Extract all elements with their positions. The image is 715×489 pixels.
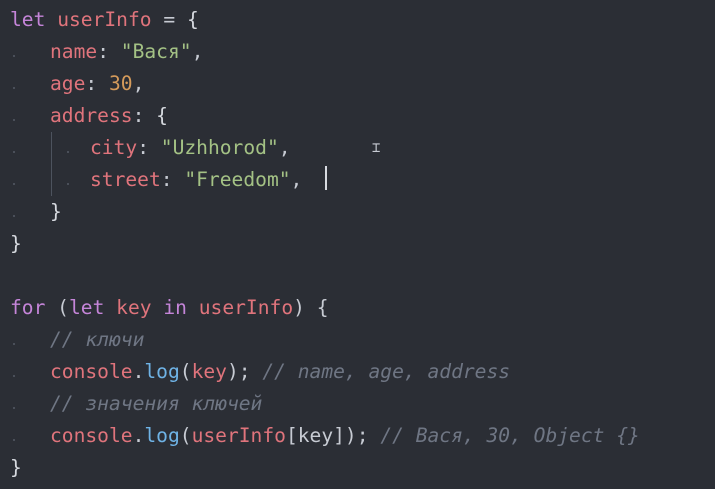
whitespace-dot <box>13 183 15 185</box>
whitespace-dot <box>13 407 15 409</box>
property-key: city <box>90 136 138 159</box>
code-line-10[interactable]: for (let key in userInfo) { <box>10 292 329 324</box>
variable-name: userInfo <box>191 424 286 447</box>
code-line-11[interactable]: // ключи <box>50 324 144 356</box>
paren: ( <box>45 296 69 319</box>
text-caret <box>325 166 327 190</box>
comma: , <box>290 168 303 191</box>
colon: : <box>97 40 121 63</box>
number-value: 30 <box>108 72 133 95</box>
comma: , <box>191 40 204 63</box>
method-name: log <box>144 360 180 383</box>
paren: ( <box>179 424 192 447</box>
whitespace-dot <box>13 375 15 377</box>
variable-name: userInfo <box>198 296 294 319</box>
property-key: address <box>50 104 133 127</box>
comment: // значения ключей <box>50 392 263 415</box>
brace: } <box>10 232 22 255</box>
code-line-5[interactable]: city: "Uzhhorod", <box>90 132 291 164</box>
code-line-14[interactable]: console.log(userInfo[key]); // Вася, 30,… <box>50 420 640 452</box>
indent-guide <box>51 132 52 196</box>
paren: ); <box>344 424 369 447</box>
brace: { <box>156 104 168 127</box>
whitespace-dot <box>13 55 15 57</box>
whitespace-dot <box>67 151 69 153</box>
whitespace-dot <box>13 439 15 441</box>
whitespace-dot <box>13 87 15 89</box>
object-name: console <box>50 360 133 383</box>
keyword: in <box>163 296 187 319</box>
mouse-ibeam-icon: ⌶ <box>372 140 381 156</box>
property-key: street <box>90 168 161 191</box>
keyword: for <box>10 296 46 319</box>
comment: // ключи <box>50 328 145 351</box>
brace: } <box>10 456 22 479</box>
code-line-15[interactable]: } <box>10 452 22 484</box>
operator: = <box>151 8 187 31</box>
colon: : <box>132 104 157 127</box>
property-key: name <box>50 40 98 63</box>
argument: key <box>191 360 227 383</box>
string-value: "Freedom" <box>184 168 291 191</box>
object-name: console <box>50 424 133 447</box>
comma: , <box>278 136 291 159</box>
whitespace-dot <box>13 215 15 217</box>
code-line-4[interactable]: address: { <box>50 100 168 132</box>
code-line-13[interactable]: // значения ключей <box>50 388 262 420</box>
variable-name: key <box>116 296 152 319</box>
keyword: let <box>68 296 105 319</box>
paren-brace: ) { <box>293 296 329 319</box>
dot: . <box>132 424 145 447</box>
variable-name: userInfo <box>57 8 152 31</box>
whitespace-dot <box>13 343 15 345</box>
code-editor[interactable]: let userInfo = { name: "Вася", age: 30, … <box>0 0 715 489</box>
comma: , <box>132 72 145 95</box>
comment: // name, age, address <box>262 360 511 383</box>
keyword: let <box>10 8 46 31</box>
whitespace-dot <box>67 183 69 185</box>
string-value: "Uzhhorod" <box>160 136 279 159</box>
colon: : <box>160 168 185 191</box>
code-line-6[interactable]: street: "Freedom", <box>90 164 302 196</box>
code-line-3[interactable]: age: 30, <box>50 68 144 100</box>
comment: // Вася, 30, Object {} <box>380 424 640 447</box>
code-line-7[interactable]: } <box>50 196 62 228</box>
whitespace-dot <box>13 119 15 121</box>
property-key: age <box>50 72 86 95</box>
whitespace-dot <box>13 151 15 153</box>
dot: . <box>132 360 145 383</box>
code-line-12[interactable]: console.log(key); // name, age, address <box>50 356 510 388</box>
brace: } <box>50 200 62 223</box>
code-line-1[interactable]: let userInfo = { <box>10 4 199 36</box>
code-line-2[interactable]: name: "Вася", <box>50 36 203 68</box>
brace: { <box>186 8 199 31</box>
colon: : <box>85 72 109 95</box>
string-value: "Вася" <box>120 40 192 63</box>
index-access: [key] <box>285 424 345 447</box>
arguments: (key); <box>179 360 251 383</box>
code-line-8[interactable]: } <box>10 228 22 260</box>
colon: : <box>137 136 161 159</box>
method-name: log <box>144 424 180 447</box>
